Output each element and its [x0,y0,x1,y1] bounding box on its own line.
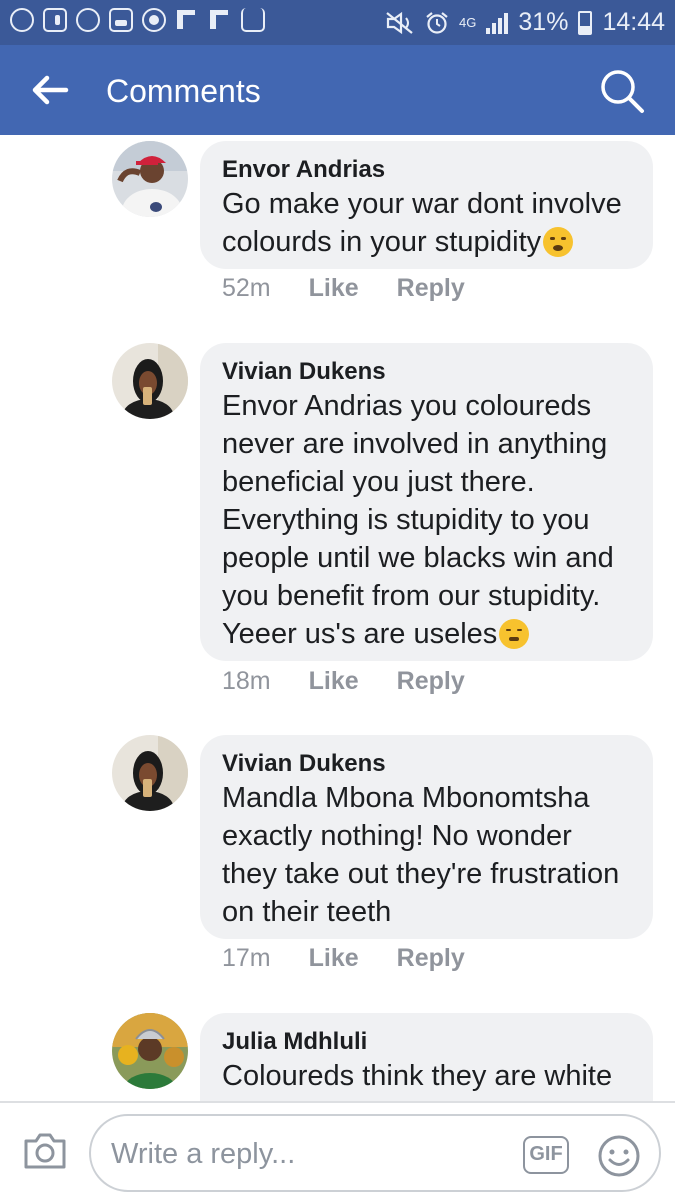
network-type: 4G [459,14,477,30]
notification-icons [10,8,265,32]
comment-time: 17m [222,944,271,972]
search-icon [601,70,644,113]
gif-button[interactable]: GIF [523,1136,569,1174]
app-header: Comments [0,45,675,135]
signal-icon [486,12,509,34]
system-status: 4G 31% 14:44 [385,8,665,37]
comment-author[interactable]: Vivian Dukens [222,357,631,387]
flipboard-icon [175,8,199,32]
comment-bubble[interactable]: Vivian Dukens Envor Andrias you coloured… [200,343,653,661]
like-button[interactable]: Like [309,944,359,973]
reply-button[interactable]: Reply [397,274,465,303]
avatar[interactable] [112,735,188,811]
back-button[interactable] [30,72,70,108]
reply-bar: GIF [0,1101,675,1200]
comment-text: Coloureds think they are white [222,1060,613,1092]
arrow-left-icon [32,75,69,105]
sleeping-face-emoji [499,619,530,649]
wink-face-emoji [543,227,574,257]
comment-bubble[interactable]: Vivian Dukens Mandla Mbona Mbonomtsha ex… [200,735,653,939]
comment-bubble[interactable]: Envor Andrias Go make your war dont invo… [200,141,653,269]
avatar[interactable] [112,343,188,419]
facebook-icon [43,8,67,32]
mute-icon [386,11,413,34]
reply-input[interactable] [111,1132,511,1176]
comment-text: Go make your war dont involve colourds i… [222,188,622,258]
avatar[interactable] [112,141,188,217]
whatsapp-icon [10,8,34,32]
gallery-icon [109,8,133,32]
comment-actions: 18m Like Reply [222,667,465,696]
comment-time: 18m [222,667,271,695]
reply-button[interactable]: Reply [397,944,465,973]
camera-icon [24,1133,66,1169]
smiley-icon [598,1135,640,1177]
comment-actions: 52m Like Reply [222,274,465,303]
avatar[interactable] [112,1013,188,1089]
messenger-icon [76,8,100,32]
clock: 14:44 [602,8,665,36]
comment-author[interactable]: Vivian Dukens [222,749,631,779]
camera-button[interactable] [22,1131,68,1171]
alarm-icon [426,11,448,34]
download-icon [241,8,265,32]
phone-icon [142,8,166,32]
comment-time: 52m [222,274,271,302]
like-button[interactable]: Like [309,274,359,303]
search-button[interactable] [598,67,646,115]
comment-text: Mandla Mbona Mbonomtsha exactly nothing!… [222,782,620,928]
like-button[interactable]: Like [309,667,359,696]
reply-input-box[interactable]: GIF [89,1114,661,1192]
comment-author[interactable]: Envor Andrias [222,155,631,185]
page-title: Comments [106,73,261,109]
reply-button[interactable]: Reply [397,667,465,696]
flipboard-icon [208,8,232,32]
status-bar: 4G 31% 14:44 [0,0,675,45]
emoji-button[interactable] [597,1134,641,1178]
comment-list: Envor Andrias Go make your war dont invo… [0,135,675,1101]
comment-text: Envor Andrias you coloureds never are in… [222,390,614,650]
comment-author[interactable]: Julia Mdhluli [222,1027,631,1057]
comment-actions: 17m Like Reply [222,944,465,973]
battery-percent: 31% [518,8,569,36]
comment-bubble[interactable]: Julia Mdhluli Coloureds think they are w… [200,1013,653,1101]
battery-icon [578,10,593,35]
